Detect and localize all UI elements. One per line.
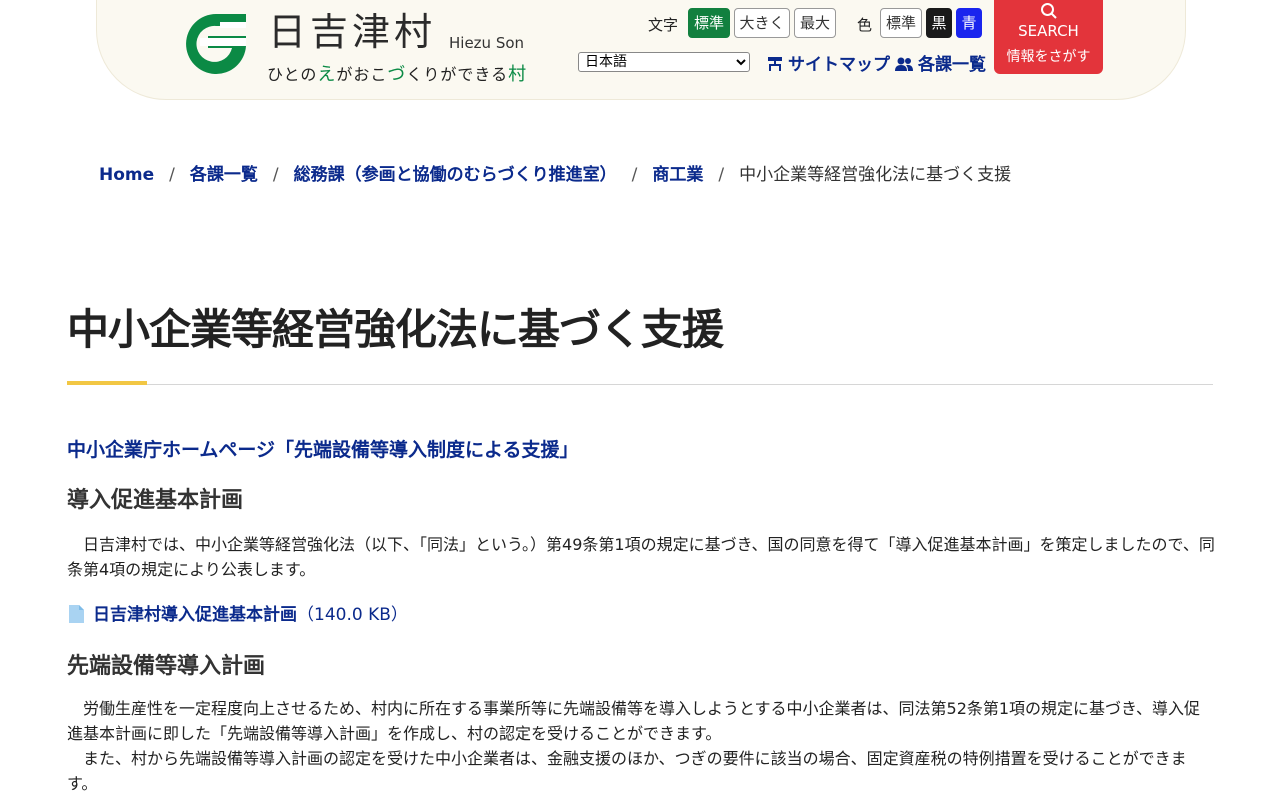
breadcrumb-separator: / [272,165,279,185]
breadcrumb: Home / 各課一覧 / 総務課（参画と協働のむらづくり推進室） / 商工業 / 中小企業等経… [99,160,1011,185]
color-blue-button[interactable]: 青 [956,8,982,38]
sitemap-link[interactable]: サイトマップ [766,50,890,75]
site-name-roman: Hiezu Son [449,34,525,52]
section-heading-basic-plan: 導入促進基本計画 [67,488,244,513]
breadcrumb-section[interactable]: 商工業 [652,165,703,185]
breadcrumb-dept-list[interactable]: 各課一覧 [190,165,258,185]
file-download: 日吉津村導入促進基本計画（140.0 KB） [67,600,408,625]
search-label: SEARCH [1018,22,1079,40]
page-title: 中小企業等経営強化法に基づく支援 [67,305,724,354]
breadcrumb-dept[interactable]: 総務課（参画と協働のむらづくり推進室） [294,165,617,185]
font-size-large-button[interactable]: 大きく [734,8,790,38]
title-accent-bar [67,381,147,385]
language-select[interactable]: 日本語 [578,52,750,72]
paragraph-tax-measures: また、村から先端設備等導入計画の認定を受けた中小企業者は、金融支援のほか、つぎの… [67,749,1187,793]
external-link[interactable]: 中小企業庁ホームページ「先端設備等導入制度による支援」 [67,435,578,462]
users-icon [895,57,913,71]
site-name[interactable]: 日吉津村 [268,10,436,54]
breadcrumb-separator: / [718,165,725,185]
font-size-standard-button[interactable]: 標準 [688,8,730,38]
departments-link[interactable]: 各課一覧 [894,50,986,75]
color-black-button[interactable]: 黒 [926,8,952,38]
village-logo[interactable] [180,12,252,74]
color-standard-button[interactable]: 標準 [880,8,922,38]
paragraph-equipment-plan: 労働生産性を一定程度向上させるため、村内に所在する事業所等に先端設備等を導入しよ… [67,699,1200,743]
search-sublabel: 情報をさがす [1006,49,1091,65]
breadcrumb-separator: / [169,165,175,185]
search-button[interactable]: SEARCH 情報をさがす [994,0,1103,74]
paragraph-basic-plan: 日吉津村では、中小企業等経営強化法（以下、「同法」という。）第49条第1項の規定… [67,535,1215,579]
file-download-link[interactable]: 日吉津村導入促進基本計画 [93,605,297,625]
file-size: （140.0 KB） [297,605,408,625]
breadcrumb-separator: / [631,165,638,185]
title-divider [67,384,1213,385]
font-size-label: 文字 [648,16,679,34]
sitemap-icon [768,57,782,71]
search-icon [1040,3,1057,19]
breadcrumb-home[interactable]: Home [99,165,154,185]
document-icon [69,605,84,623]
section-heading-equipment-plan: 先端設備等導入計画 [67,654,266,679]
color-label: 色 [857,16,873,34]
breadcrumb-current: 中小企業等経営強化法に基づく支援 [739,165,1012,185]
tagline: ひとのえがおこづくりができる村 [267,64,528,85]
font-size-max-button[interactable]: 最大 [794,8,836,38]
